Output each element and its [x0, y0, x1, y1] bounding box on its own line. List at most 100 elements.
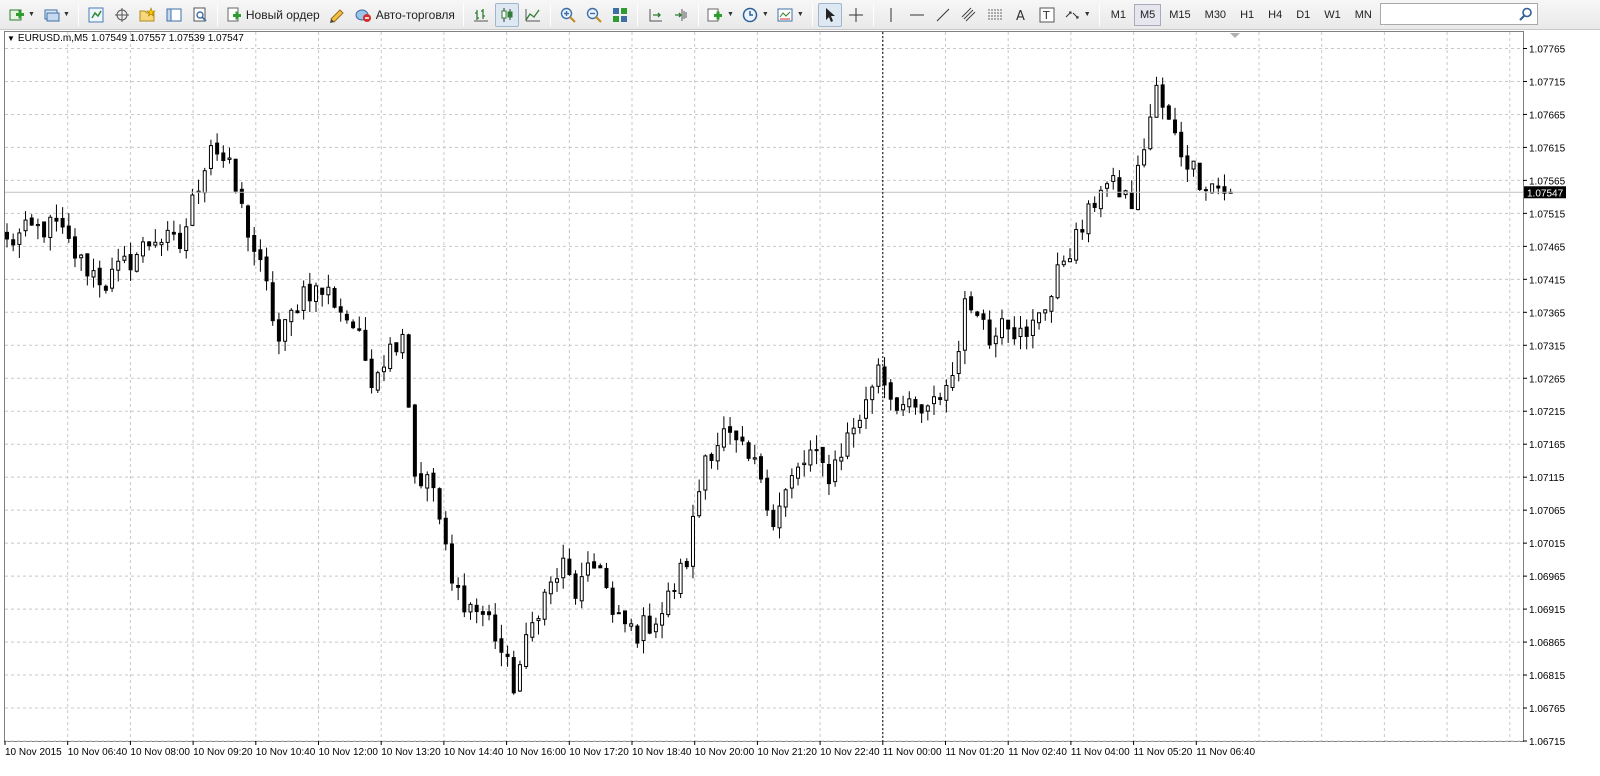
candle-body	[709, 453, 714, 461]
candle-body	[72, 236, 77, 259]
navigator-button[interactable]	[136, 3, 160, 27]
candle-body	[178, 232, 183, 249]
bar-chart-button[interactable]	[469, 3, 493, 27]
zoom-out-button[interactable]	[582, 3, 606, 27]
timeframe-h4-button[interactable]: H4	[1262, 4, 1288, 26]
price-tick-label: 1.06715	[1529, 737, 1566, 748]
candle-body	[171, 231, 176, 235]
candle-body	[1006, 319, 1011, 330]
candle-body	[1135, 164, 1140, 211]
cursor-button[interactable]	[817, 2, 842, 27]
candle-body	[752, 457, 757, 460]
autoscroll-button[interactable]	[669, 3, 693, 27]
candlestick-chart-button[interactable]	[494, 2, 519, 27]
candle-body	[901, 404, 906, 411]
candle-body	[536, 618, 541, 622]
candle-body	[215, 142, 220, 155]
search-input[interactable]	[1380, 3, 1538, 25]
collapse-triangle-icon[interactable]: ▼	[7, 34, 15, 43]
text-button[interactable]: A	[1009, 3, 1033, 27]
chart-header: ▼ EURUSD.m,M5 1.07549 1.07557 1.07539 1.…	[7, 33, 244, 44]
timeframe-mn-button[interactable]: MN	[1349, 4, 1378, 26]
crosshair-button[interactable]	[844, 3, 868, 27]
profiles-button[interactable]: ▼	[40, 3, 73, 27]
new-order-button[interactable]: Новый ордер	[223, 3, 323, 27]
candle-body	[771, 509, 776, 528]
time-tick-label: 10 Nov 14:40	[444, 747, 504, 758]
zoom-in-button[interactable]	[556, 3, 580, 27]
candle-body	[1055, 264, 1060, 299]
timeframe-h1-button[interactable]: H1	[1234, 4, 1260, 26]
candle-body	[1185, 155, 1190, 170]
data-window-button[interactable]	[110, 3, 134, 27]
indicators-button[interactable]: ▼	[704, 3, 737, 27]
candle-body	[919, 404, 924, 414]
candle-body	[1037, 312, 1042, 324]
zoom-in-icon	[560, 7, 576, 23]
candle-body	[301, 286, 306, 311]
time-tick-label: 10 Nov 10:40	[256, 747, 316, 758]
price-tick-label: 1.07565	[1529, 176, 1566, 187]
candle-body	[548, 581, 553, 595]
metaeditor-button[interactable]	[325, 3, 349, 27]
tile-windows-icon	[612, 7, 627, 22]
trendline-icon	[936, 8, 950, 21]
candle-body	[728, 426, 733, 433]
new-chart-button[interactable]: ▼	[5, 3, 38, 27]
tile-windows-button[interactable]	[608, 3, 632, 27]
candle-body	[375, 372, 380, 391]
horizontal-line-button[interactable]	[905, 3, 929, 27]
timeframe-w1-button[interactable]: W1	[1318, 4, 1347, 26]
text-label-button[interactable]: T	[1035, 3, 1059, 27]
fibonacci-button[interactable]	[983, 3, 1007, 27]
search-field[interactable]	[1384, 4, 1514, 24]
candle-body	[932, 396, 936, 405]
templates-button[interactable]: ▼	[774, 3, 807, 27]
candle-body	[653, 623, 658, 633]
chart-shift-button[interactable]	[643, 3, 667, 27]
search-icon[interactable]	[1519, 7, 1533, 21]
price-tick-label: 1.06965	[1529, 572, 1566, 583]
timeframe-m5-button[interactable]: M5	[1133, 3, 1162, 26]
vertical-line-button[interactable]	[879, 3, 903, 27]
candle-body	[684, 560, 689, 568]
candle-body	[60, 218, 65, 228]
candle-body	[487, 611, 492, 616]
strategy-tester-button[interactable]	[188, 3, 212, 27]
candle-body	[808, 449, 813, 466]
auto-trading-button[interactable]: Авто-торговля	[351, 3, 458, 27]
arrows-icon	[1065, 11, 1079, 18]
timeframe-m15-button[interactable]: M15	[1163, 4, 1196, 26]
timeframe-m1-button[interactable]: M1	[1105, 4, 1132, 26]
terminal-button[interactable]	[162, 3, 186, 27]
candle-body	[826, 463, 831, 485]
candle-body	[184, 226, 189, 251]
candle-body	[820, 446, 825, 463]
candle-body	[894, 397, 899, 411]
equidistant-channel-button[interactable]	[957, 3, 981, 27]
indicators-add-icon	[707, 8, 722, 21]
market-watch-button[interactable]	[84, 3, 108, 27]
candle-body	[993, 335, 998, 345]
price-chart[interactable]: 1.077651.077151.076651.076151.075651.075…	[0, 31, 1600, 776]
timeframe-m30-button[interactable]: M30	[1199, 4, 1232, 26]
trendline-button[interactable]	[931, 3, 955, 27]
candle-body	[592, 561, 597, 569]
timeframe-d1-button[interactable]: D1	[1290, 4, 1316, 26]
candle-body	[1043, 309, 1048, 314]
periods-button[interactable]: ▼	[739, 3, 772, 27]
toolbar-separator	[549, 3, 551, 26]
candle-body	[332, 287, 337, 308]
candle-body	[610, 587, 615, 615]
candle-body	[1049, 296, 1054, 312]
terminal-window-icon	[166, 8, 182, 21]
candle-body	[369, 358, 374, 389]
candle-body	[48, 216, 53, 238]
candle-body	[1203, 189, 1208, 192]
time-tick-label: 11 Nov 01:20	[946, 747, 1005, 758]
candle-body	[1105, 183, 1110, 189]
price-tick-label: 1.07165	[1529, 440, 1566, 451]
arrows-button[interactable]: ▼	[1061, 3, 1094, 27]
candle-body	[623, 610, 627, 625]
line-chart-button[interactable]	[521, 3, 545, 27]
